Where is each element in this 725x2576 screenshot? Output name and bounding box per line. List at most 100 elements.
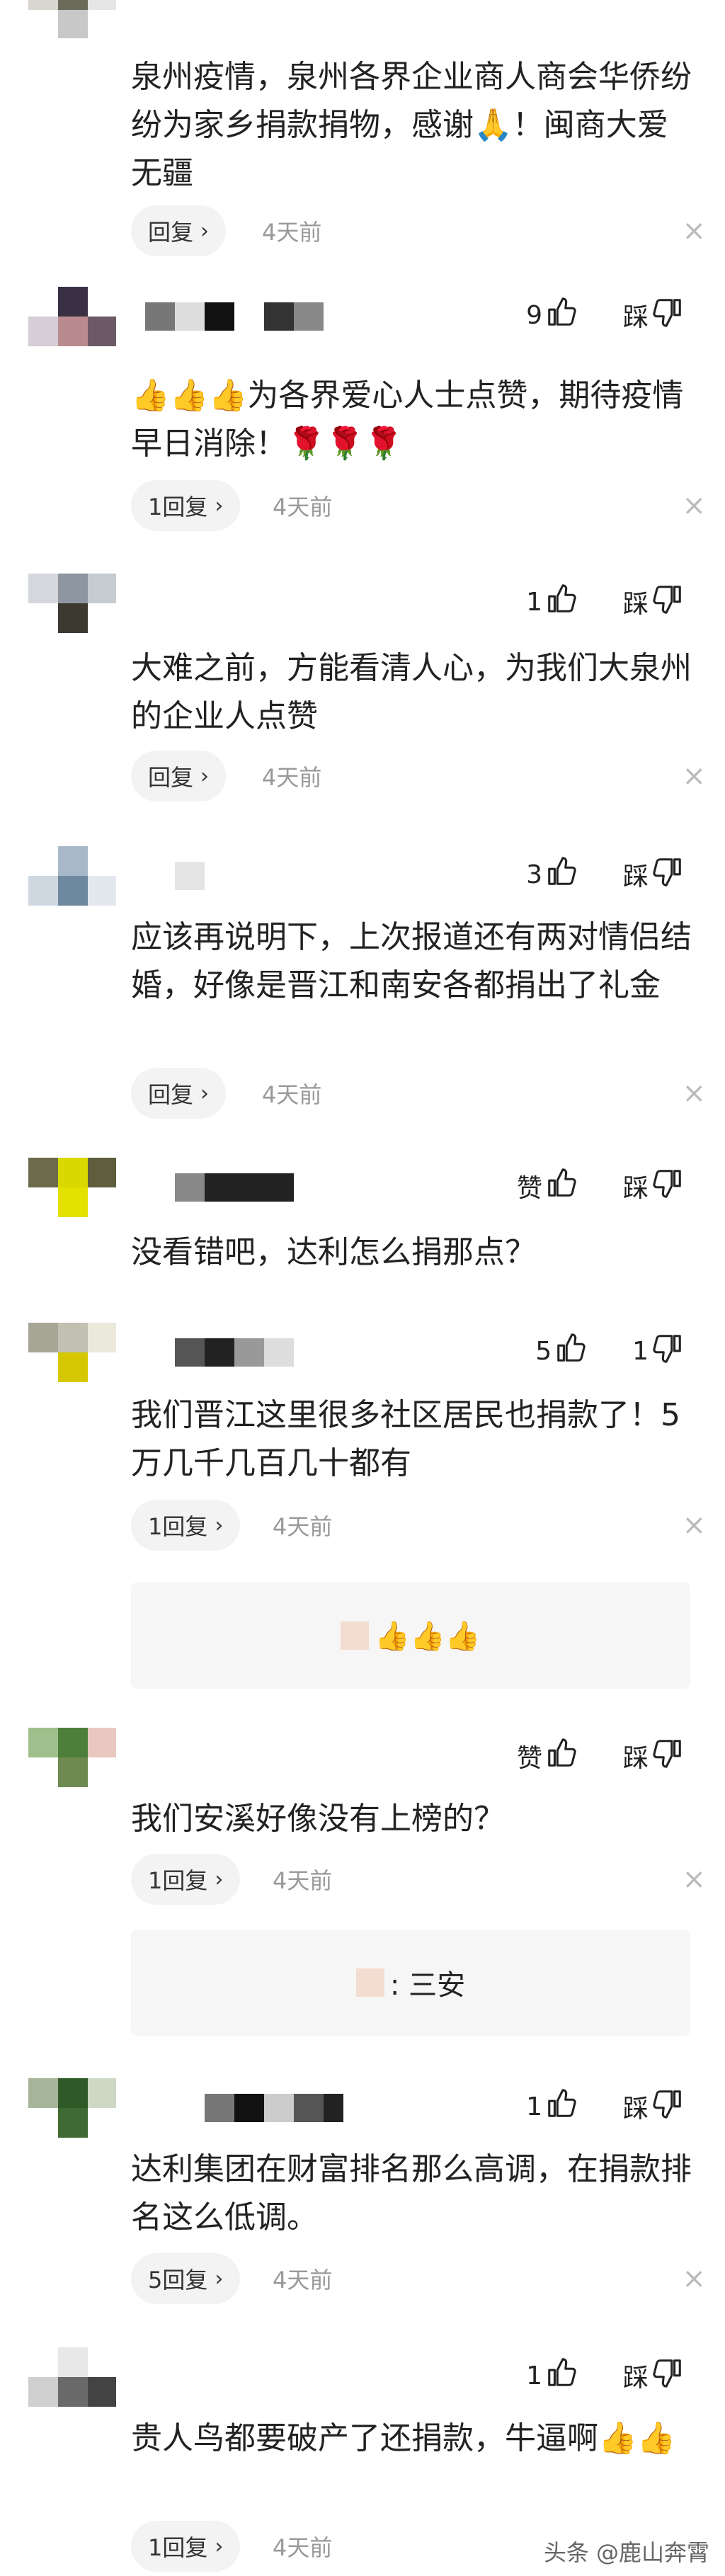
username-blurred[interactable] (145, 2363, 343, 2391)
close-icon[interactable]: × (682, 2253, 706, 2304)
sub-reply-text: : 三安 (389, 1969, 466, 2002)
chevron-right-icon: › (200, 763, 210, 789)
comment-text: 没看错吧，达利怎么捐那点？ (131, 1234, 536, 1270)
dislike-button[interactable]: 踩 (623, 583, 684, 622)
like-button[interactable]: 3 (526, 855, 578, 894)
comment-footer: 回复 › 4天前 × (131, 205, 706, 256)
avatar[interactable] (28, 846, 116, 934)
thumbs-up-icon (545, 2356, 578, 2395)
comment-actions: 赞 踩 (517, 1166, 684, 1206)
comment-actions: 1 踩 (526, 2087, 684, 2126)
thumbs-up-icon (545, 296, 578, 335)
reply-label: 1回复 (148, 1513, 208, 1540)
reply-button[interactable]: 回复 › (131, 205, 227, 256)
username-blurred[interactable] (145, 862, 343, 890)
reply-button[interactable]: 5回复 › (131, 2253, 241, 2304)
dislike-button[interactable]: 踩 (623, 2087, 684, 2126)
chevron-right-icon: › (200, 1081, 210, 1106)
comment-time: 4天前 (273, 1867, 333, 1894)
reply-label: 回复 (148, 1081, 194, 1108)
chevron-right-icon: › (215, 2534, 224, 2559)
reply-button[interactable]: 1回复 › (131, 480, 241, 531)
dislike-button[interactable]: 踩 (623, 1737, 684, 1776)
avatar[interactable] (28, 574, 116, 661)
dislike-button[interactable]: 踩 (623, 2356, 684, 2395)
close-icon[interactable]: × (682, 751, 706, 802)
avatar[interactable] (28, 2347, 116, 2435)
reply-label: 回复 (148, 219, 194, 246)
avatar[interactable] (28, 1728, 116, 1816)
comment-footer: 5回复 › 4天前 × (131, 2253, 706, 2304)
like-count: 1 (526, 2092, 542, 2121)
comment-time: 4天前 (273, 494, 333, 520)
dislike-button[interactable]: 踩 (623, 1167, 684, 1206)
like-button[interactable]: 赞 (517, 1737, 578, 1776)
username-blurred[interactable] (145, 589, 343, 617)
like-button[interactable]: 5 (535, 1332, 587, 1371)
username-blurred[interactable] (145, 1338, 343, 1367)
dislike-label: 踩 (622, 303, 649, 332)
reply-button[interactable]: 1回复 › (131, 1854, 241, 1905)
thumbs-down-icon (651, 296, 684, 335)
comment-actions: 9 踩 (526, 295, 684, 335)
dislike-label: 踩 (622, 1744, 649, 1773)
thumbs-up-icon (554, 1332, 587, 1371)
like-button[interactable]: 赞 (517, 1167, 578, 1206)
like-button[interactable]: 9 (526, 296, 578, 335)
dislike-button[interactable]: 踩 (623, 855, 684, 894)
username-blurred[interactable] (145, 1173, 343, 1202)
avatar[interactable] (28, 1158, 116, 1246)
like-count: 5 (535, 1336, 552, 1366)
like-count: 1 (526, 2361, 542, 2390)
reply-label: 1回复 (148, 2534, 208, 2561)
chevron-right-icon: › (215, 2266, 224, 2291)
thumbs-up-icon (545, 1737, 578, 1776)
comment-text: 👍👍👍为各界爱心人士点赞，期待疫情早日消除！🌹🌹🌹 (131, 377, 684, 462)
reply-button[interactable]: 回复 › (131, 751, 227, 802)
sub-reply-preview[interactable]: : 三安 (131, 1930, 690, 2036)
like-button[interactable]: 1 (526, 2356, 578, 2395)
reply-button[interactable]: 回复 › (131, 1068, 227, 1119)
comment-time: 4天前 (273, 2534, 333, 2561)
dislike-label: 踩 (622, 2364, 649, 2393)
close-icon[interactable]: × (682, 1854, 706, 1905)
comment-text: 我们安溪好像没有上榜的？ (131, 1801, 505, 1837)
username-blurred[interactable] (145, 302, 343, 331)
sub-reply-avatar (355, 1968, 384, 1997)
dislike-button[interactable]: 踩 (623, 296, 684, 335)
like-count: 赞 (516, 1744, 542, 1773)
close-icon[interactable]: × (682, 480, 706, 531)
close-icon[interactable]: × (682, 205, 706, 256)
close-icon[interactable]: × (682, 1068, 706, 1119)
thumbs-down-icon (651, 1167, 684, 1206)
reply-label: 1回复 (148, 1867, 208, 1894)
avatar[interactable] (28, 287, 116, 375)
watermark-text: 头条 @鹿山奔霄 (543, 2539, 709, 2566)
comment-list: 2 踩 泉州疫情，泉州各界企业商人商会华侨纷纷为家乡捐款捐物，感谢🙏！闽商大爱无… (0, 0, 725, 2576)
comment-text: 我们晋江这里很多社区居民也捐款了！5万几千几百几十都有 (131, 1397, 680, 1481)
comment-text: 达利集团在财富排名那么高调，在捐款排名这么低调。 (131, 2151, 692, 2235)
dislike-label: 踩 (622, 590, 649, 619)
like-button[interactable]: 1 (526, 2087, 578, 2126)
thumbs-down-icon (651, 1332, 684, 1371)
close-icon[interactable]: × (682, 1500, 706, 1551)
sub-reply-preview[interactable]: 👍👍👍 (131, 1583, 690, 1689)
avatar[interactable] (28, 1323, 116, 1410)
username-blurred[interactable] (145, 2094, 343, 2122)
reply-label: 1回复 (148, 494, 208, 520)
chevron-right-icon: › (215, 493, 224, 518)
reply-button[interactable]: 1回复 › (131, 1500, 241, 1551)
like-button[interactable]: 1 (526, 583, 578, 622)
reply-button[interactable]: 1回复 › (131, 2521, 241, 2572)
username-blurred[interactable] (145, 1743, 343, 1772)
avatar[interactable] (28, 0, 116, 38)
avatar[interactable] (28, 2078, 116, 2166)
comment-actions: 赞 踩 (517, 1736, 684, 1776)
sub-reply-avatar (341, 1622, 370, 1650)
chevron-right-icon: › (200, 218, 210, 244)
thumbs-down-icon (651, 1737, 684, 1776)
dislike-button[interactable]: 1 (632, 1332, 684, 1371)
comment-actions: 3 踩 (526, 855, 684, 894)
comment-footer: 1回复 › 4天前 × (131, 1500, 706, 1551)
comment-footer: 回复 › 4天前 × (131, 751, 706, 802)
